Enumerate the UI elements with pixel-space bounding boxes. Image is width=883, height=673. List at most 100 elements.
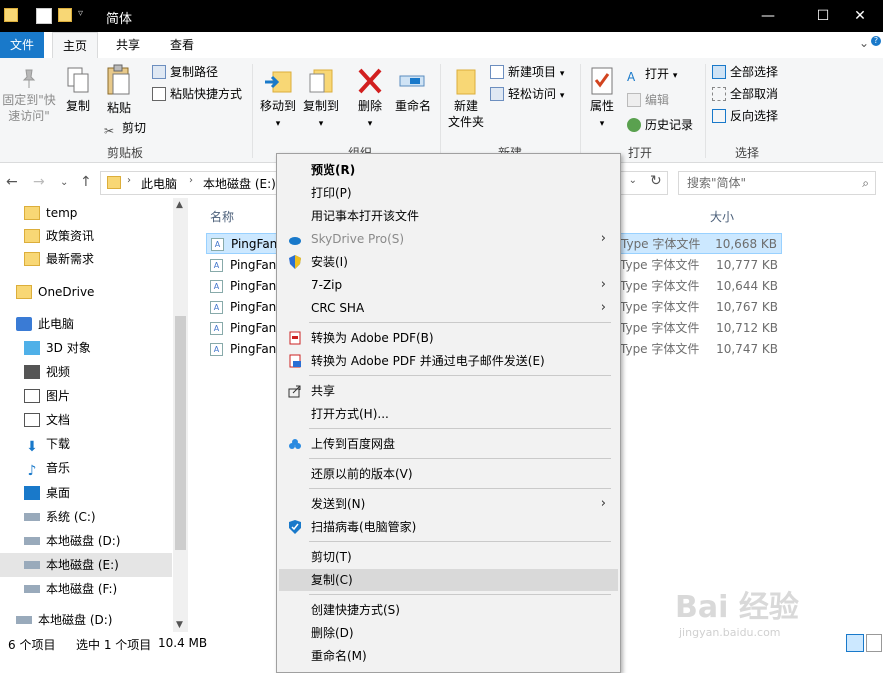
nav-item-onedrive[interactable]: OneDrive xyxy=(16,281,94,303)
tab-home[interactable]: 主页 xyxy=(52,32,98,58)
paste-shortcut-icon xyxy=(152,87,166,101)
nav-item-desktop[interactable]: 桌面 xyxy=(24,482,70,504)
history-button[interactable]: 历史记录 xyxy=(627,115,693,135)
menu-item-virus-scan[interactable]: 扫描病毒(电脑管家) xyxy=(279,516,618,538)
nav-item-pictures[interactable]: 图片 xyxy=(24,385,70,407)
cut-button[interactable]: ✂ 剪切 xyxy=(104,118,146,138)
help-icon[interactable]: ? xyxy=(871,36,881,46)
rename-button[interactable]: 重命名 xyxy=(392,66,434,114)
menu-item-convert-pdf[interactable]: 转换为 Adobe PDF(B) xyxy=(279,327,618,349)
collapse-ribbon-icon[interactable]: ⌄ xyxy=(859,36,869,50)
easy-access-button[interactable]: 轻松访问 ▾ xyxy=(490,84,564,104)
nav-item-network-drive-d[interactable]: 本地磁盘 (D:) xyxy=(16,609,112,631)
breadcrumb-drive-e[interactable]: 本地磁盘 (E:) xyxy=(203,175,276,192)
properties-quick-access-icon[interactable] xyxy=(36,8,52,24)
edit-button[interactable]: 编辑 xyxy=(627,90,669,110)
menu-item-send-to[interactable]: 发送到(N) › xyxy=(279,493,618,515)
pin-quick-access-button[interactable]: 固定到"快 速访问" xyxy=(0,68,58,124)
copy-label: 复制 xyxy=(65,99,90,113)
menu-item-print[interactable]: 打印(P) xyxy=(279,182,618,204)
nav-item-drive-f[interactable]: 本地磁盘 (F:) xyxy=(24,578,117,600)
copy-to-button[interactable]: 复制到 ▾ xyxy=(300,66,342,132)
menu-item-copy[interactable]: 复制(C) xyxy=(279,569,618,591)
nav-item-policy[interactable]: 政策资讯 xyxy=(24,225,94,247)
new-folder-quick-access-icon[interactable] xyxy=(58,8,72,22)
watermark-main: Bai 经验 xyxy=(675,590,799,625)
menu-item-restore-versions[interactable]: 还原以前的版本(V) xyxy=(279,463,618,485)
menu-item-convert-pdf-email[interactable]: 转换为 Adobe PDF 并通过电子邮件发送(E) xyxy=(279,350,618,372)
nav-item-music[interactable]: ♪ 音乐 xyxy=(24,457,70,479)
minimize-button[interactable]: — xyxy=(745,0,791,32)
nav-item-drive-c[interactable]: 系统 (C:) xyxy=(24,506,96,528)
nav-item-temp[interactable]: temp xyxy=(24,202,77,224)
forward-arrow-icon[interactable]: → xyxy=(33,174,45,190)
search-icon[interactable]: ⌕ xyxy=(862,172,869,194)
column-header-name[interactable]: 名称 xyxy=(210,208,234,225)
menu-item-create-shortcut[interactable]: 创建快捷方式(S) xyxy=(279,599,618,621)
close-button[interactable]: ✕ xyxy=(837,0,883,32)
breadcrumb-chevron-icon[interactable]: › xyxy=(189,175,193,186)
delete-x-icon xyxy=(358,68,382,94)
nav-item-drive-d[interactable]: 本地磁盘 (D:) xyxy=(24,530,120,552)
open-button[interactable]: A 打开 ▾ xyxy=(627,64,677,84)
menu-item-7zip[interactable]: 7-Zip › xyxy=(279,274,618,296)
nav-item-label: 本地磁盘 (F:) xyxy=(46,582,118,596)
nav-item-documents[interactable]: 文档 xyxy=(24,409,70,431)
search-input[interactable]: 搜索"简体" ⌕ xyxy=(678,171,876,195)
pdf-icon xyxy=(289,331,301,345)
nav-item-videos[interactable]: 视频 xyxy=(24,361,70,383)
scroll-up-icon[interactable]: ▲ xyxy=(176,200,183,210)
file-size: 10,644 KB xyxy=(716,279,778,293)
nav-scrollbar[interactable]: ▲ ▼ xyxy=(173,198,188,632)
file-type: Type 字体文件 xyxy=(621,237,701,251)
customize-quick-access-icon[interactable]: ▿ xyxy=(78,8,92,22)
menu-item-preview[interactable]: 预览(R) xyxy=(279,159,618,181)
paste-shortcut-button[interactable]: 粘贴快捷方式 xyxy=(152,84,242,104)
nav-item-3d-objects[interactable]: 3D 对象 xyxy=(24,337,91,359)
copy-button[interactable]: 复制 xyxy=(62,66,94,114)
nav-item-this-pc[interactable]: 此电脑 xyxy=(16,313,74,335)
menu-item-label: SkyDrive Pro(S) xyxy=(311,232,405,246)
invert-selection-button[interactable]: 反向选择 xyxy=(712,106,778,126)
up-arrow-icon[interactable]: ↑ xyxy=(80,174,92,190)
menu-item-skydrive[interactable]: SkyDrive Pro(S) › xyxy=(279,228,618,250)
paste-icon xyxy=(107,64,130,95)
tab-view[interactable]: 查看 xyxy=(160,32,204,58)
new-item-button[interactable]: 新建项目 ▾ xyxy=(490,62,564,82)
new-folder-button[interactable]: 新建 文件夹 xyxy=(446,66,486,130)
breadcrumb-this-pc[interactable]: 此电脑 xyxy=(141,175,177,192)
column-header-size[interactable]: 大小 xyxy=(710,208,734,225)
scroll-down-icon[interactable]: ▼ xyxy=(176,620,183,630)
paste-button[interactable]: 粘贴 xyxy=(102,64,136,116)
copy-path-button[interactable]: 复制路径 xyxy=(152,62,218,82)
menu-item-open-with[interactable]: 打开方式(H)... xyxy=(279,403,618,425)
menu-item-baidu-upload[interactable]: 上传到百度网盘 xyxy=(279,433,618,455)
tab-share[interactable]: 共享 xyxy=(106,32,150,58)
select-none-button[interactable]: 全部取消 xyxy=(712,84,778,104)
refresh-icon[interactable]: ↻ xyxy=(650,173,662,189)
menu-item-install[interactable]: 安装(I) xyxy=(279,251,618,273)
back-arrow-icon[interactable]: ← xyxy=(6,174,18,190)
group-divider xyxy=(705,64,706,158)
menu-item-rename[interactable]: 重命名(M) xyxy=(279,645,618,667)
status-selection: 选中 1 个项目 xyxy=(76,638,152,652)
tab-file[interactable]: 文件 xyxy=(0,32,44,58)
address-dropdown-icon[interactable]: ⌄ xyxy=(629,175,637,186)
nav-item-latest[interactable]: 最新需求 xyxy=(24,248,94,270)
menu-item-label: 转换为 Adobe PDF 并通过电子邮件发送(E) xyxy=(311,354,545,368)
menu-item-delete[interactable]: 删除(D) xyxy=(279,622,618,644)
breadcrumb-chevron-icon[interactable]: › xyxy=(127,175,131,186)
nav-item-drive-e[interactable]: 本地磁盘 (E:) xyxy=(24,554,119,576)
download-icon: ⬇ xyxy=(26,439,38,455)
delete-button[interactable]: 删除 ▾ xyxy=(352,66,388,132)
recent-locations-icon[interactable]: ⌄ xyxy=(60,177,68,188)
scroll-thumb[interactable] xyxy=(175,316,186,550)
menu-item-share[interactable]: 共享 xyxy=(279,380,618,402)
nav-item-downloads[interactable]: ⬇ 下载 xyxy=(24,433,70,455)
select-all-button[interactable]: 全部选择 xyxy=(712,62,778,82)
menu-item-open-notepad[interactable]: 用记事本打开该文件 xyxy=(279,205,618,227)
properties-button[interactable]: 属性 ▾ xyxy=(584,66,620,132)
move-to-button[interactable]: 移动到 ▾ xyxy=(258,66,298,132)
menu-item-cut[interactable]: 剪切(T) xyxy=(279,546,618,568)
menu-item-crc-sha[interactable]: CRC SHA › xyxy=(279,297,618,319)
